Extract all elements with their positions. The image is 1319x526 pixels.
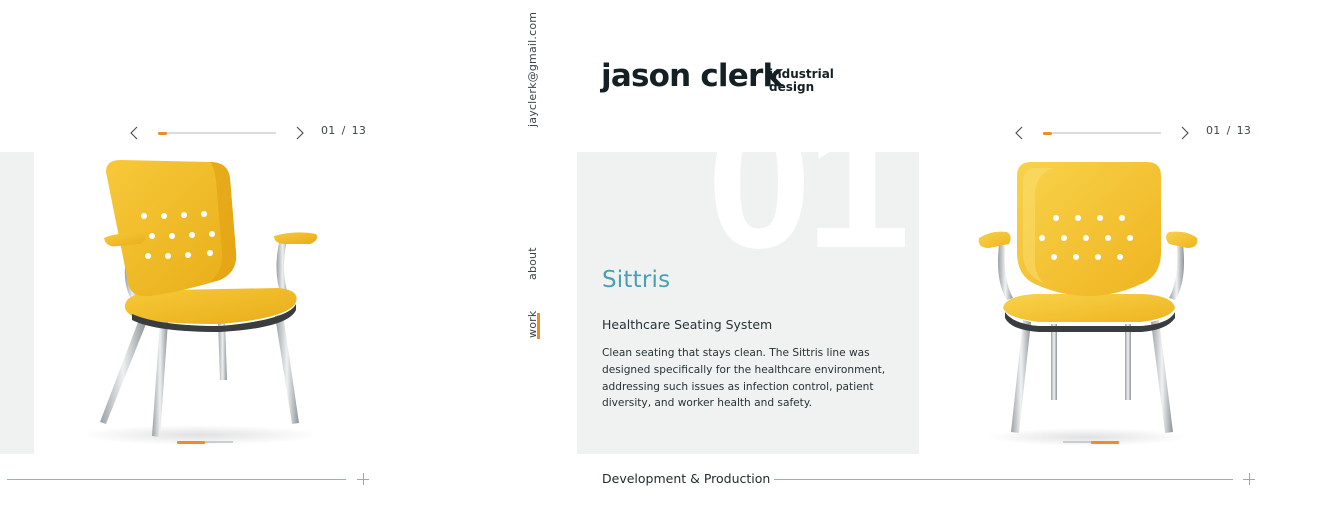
image-indicator-active — [177, 440, 205, 444]
plus-icon[interactable] — [357, 473, 369, 485]
contact-email[interactable]: jayclerk@gmail.com — [526, 12, 539, 127]
project-subtitle: Healthcare Seating System — [602, 317, 773, 332]
section-rule-left — [7, 479, 346, 480]
logo-tagline-line2: design — [769, 80, 815, 94]
nav-about[interactable]: about — [526, 247, 539, 280]
image-indicator-right — [1063, 440, 1119, 444]
chevron-right-icon[interactable] — [294, 123, 310, 143]
slide-current: 01 — [321, 124, 336, 137]
section-rule-right — [774, 479, 1233, 480]
slider-controls-left: 01 / 13 — [128, 123, 378, 143]
logo-tagline: industrial design — [769, 68, 834, 94]
project-description: Clean seating that stays clean. The Sitt… — [602, 347, 886, 410]
plus-icon[interactable] — [1243, 473, 1255, 485]
slide-separator: / — [341, 124, 346, 137]
project-number: 01 — [707, 152, 910, 287]
chevron-left-icon[interactable] — [128, 123, 144, 143]
section-label[interactable]: Development & Production — [602, 471, 770, 486]
logo-name[interactable]: jason clerk — [601, 58, 783, 94]
project-title[interactable]: Sittris — [602, 267, 670, 293]
chair-image-left[interactable] — [60, 152, 350, 454]
slider-progress-track[interactable] — [1043, 131, 1161, 135]
slide-total: 13 — [1236, 124, 1252, 137]
project-card: 01 Sittris Healthcare Seating System Cle… — [577, 152, 919, 454]
slide-counter: 01 / 13 — [321, 124, 366, 137]
image-indicator-left — [177, 440, 233, 444]
slide-total: 13 — [351, 124, 367, 137]
chevron-left-icon[interactable] — [1013, 123, 1029, 143]
slider-progress-fill — [1043, 131, 1052, 135]
nav-active-indicator — [537, 313, 540, 339]
slide-separator: / — [1226, 124, 1231, 137]
previous-slide-panel — [0, 152, 34, 454]
chair-image-right[interactable] — [965, 152, 1210, 454]
slider-progress-fill — [158, 131, 167, 135]
slider-progress-track[interactable] — [158, 131, 276, 135]
image-indicator-active — [1091, 440, 1119, 444]
slide-current: 01 — [1206, 124, 1221, 137]
slider-controls-right: 01 / 13 — [1013, 123, 1263, 143]
slide-counter: 01 / 13 — [1206, 124, 1251, 137]
chevron-right-icon[interactable] — [1179, 123, 1195, 143]
